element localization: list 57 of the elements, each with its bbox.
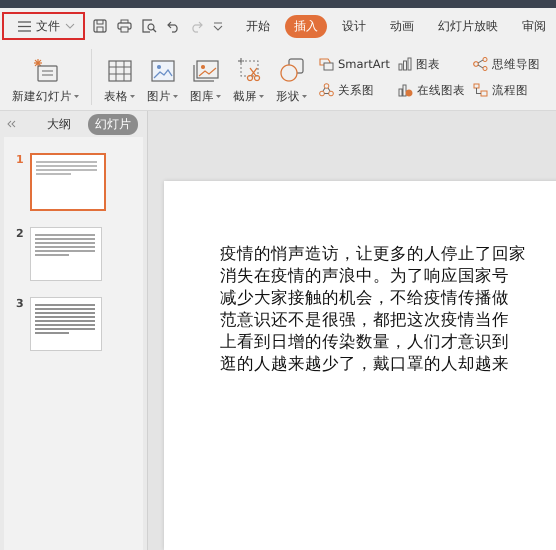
ribbon-button[interactable]: 流程图 [472, 81, 540, 99]
slide-number: 3 [16, 297, 24, 310]
mind-map-icon [472, 57, 488, 71]
slide-text-line: 消失在疫情的声浪中。为了响应国家号 [220, 265, 510, 287]
slide-text-line: 逛的人越来越少了，戴口罩的人却越来 [220, 353, 510, 375]
ribbon-tab[interactable]: 设计 [333, 14, 375, 38]
menu-icon [18, 20, 31, 32]
slide-number: 1 [16, 153, 24, 166]
print-icon[interactable] [117, 19, 132, 33]
double-chevron-left-icon [6, 120, 16, 128]
flowchart-icon [472, 83, 488, 97]
ribbon-tab[interactable]: 幻灯片放映 [429, 14, 507, 38]
slide-text-line: 减少大家接触的机会，不给疫情传播做 [220, 287, 510, 309]
smartart-icon [319, 57, 334, 71]
ribbon-button[interactable]: 在线图表 [398, 81, 465, 99]
picture-icon [150, 60, 174, 82]
ribbon-button[interactable]: SmartArt [319, 55, 390, 73]
gallery-icon [192, 60, 218, 82]
caret-icon [216, 95, 221, 98]
ribbon-tab[interactable]: 开始 [237, 14, 279, 38]
slide-thumbnail[interactable] [30, 153, 106, 211]
caret-icon [259, 95, 264, 98]
caret-icon [130, 95, 135, 98]
slide-thumbnail[interactable] [30, 227, 102, 281]
new-slide-button[interactable]: 新建幻灯片 [8, 50, 83, 104]
ribbon-button[interactable]: 图表 [398, 55, 465, 73]
panel-tab[interactable]: 大纲 [40, 114, 78, 134]
caret-icon [74, 95, 79, 98]
slide-number: 2 [16, 227, 24, 240]
slide-text-line: 疫情的悄声造访，让更多的人停止了回家 [220, 243, 527, 265]
ribbon-button[interactable]: 图片 [143, 50, 182, 104]
file-menu-button[interactable]: 文件 [2, 12, 85, 40]
table-icon [108, 60, 132, 82]
dropdown-icon[interactable] [213, 21, 223, 31]
ribbon-button[interactable]: 形状 [272, 50, 311, 104]
undo-icon[interactable] [167, 20, 180, 32]
shapes-icon [280, 58, 304, 82]
slide-thumbnail[interactable] [30, 297, 102, 351]
ribbon-tab[interactable]: 动画 [381, 14, 423, 38]
save-icon[interactable] [93, 19, 107, 33]
ribbon-button[interactable]: 图库 [186, 50, 225, 104]
ribbon-tab[interactable]: 审阅 [513, 14, 555, 38]
slide-text-line: 上看到日增的传染数量，人们才意识到 [220, 331, 510, 353]
chevron-down-icon [65, 23, 75, 29]
ribbon-button[interactable]: 关系图 [319, 81, 390, 99]
slide-text-line: 范意识还不是很强，都把这次疫情当作 [220, 309, 510, 331]
caret-icon [173, 95, 178, 98]
print-preview-icon[interactable] [142, 19, 157, 33]
scissors-icon [236, 58, 260, 82]
new-slide-icon [32, 58, 58, 82]
caret-icon [302, 95, 307, 98]
online-chart-icon [398, 83, 413, 97]
ribbon-button[interactable]: 截屏 [229, 50, 268, 104]
bar-chart-icon [398, 57, 412, 71]
relation-icon [319, 83, 334, 97]
ribbon-button[interactable]: 表格 [100, 50, 139, 104]
ribbon-button[interactable]: 思维导图 [472, 55, 540, 73]
